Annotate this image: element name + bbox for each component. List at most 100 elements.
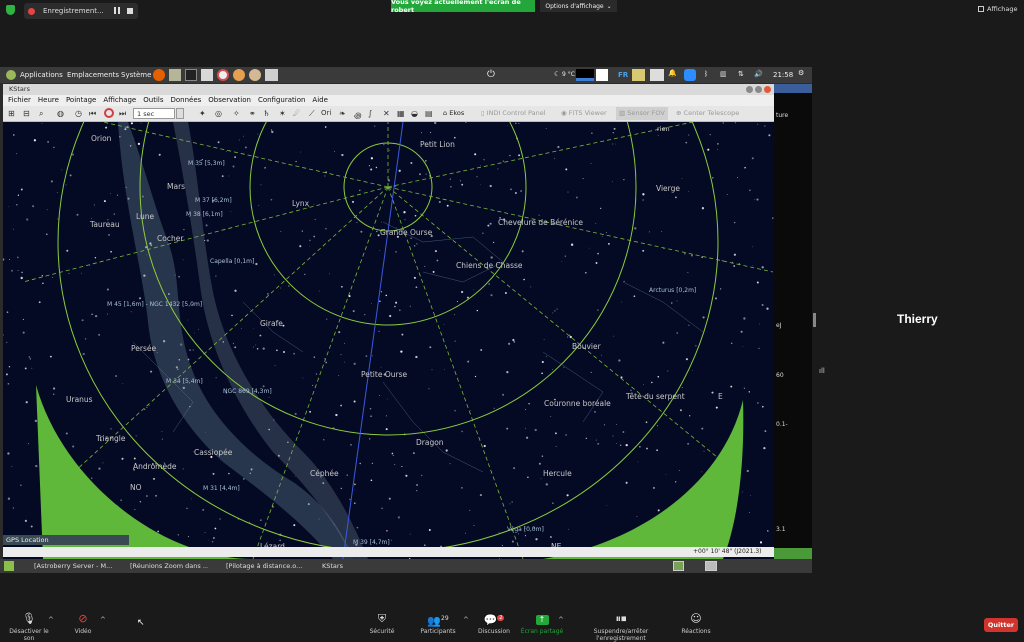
sky-label-lynx[interactable]: Lynx bbox=[292, 199, 309, 208]
bluetooth-icon[interactable]: ᛒ bbox=[704, 70, 708, 78]
stop-time-icon[interactable] bbox=[104, 108, 114, 118]
menu-configuration[interactable]: Configuration bbox=[258, 95, 305, 106]
show-desktop-icon[interactable] bbox=[4, 561, 14, 571]
kstars-icon[interactable] bbox=[217, 69, 229, 81]
power-icon[interactable]: ⏻ bbox=[487, 69, 495, 80]
sky-label-m34[interactable]: M 34 [5,4m] bbox=[166, 378, 203, 385]
menu-places[interactable]: Emplacements bbox=[67, 71, 119, 79]
sky-label-arcturus[interactable]: Arcturus [0,2m] bbox=[649, 287, 696, 294]
menu-aide[interactable]: Aide bbox=[312, 95, 327, 106]
ubuntu-logo-icon[interactable] bbox=[6, 70, 16, 80]
sky-label-grande-ourse[interactable]: Grande Ourse bbox=[380, 228, 432, 237]
sky-label-uranus[interactable]: Uranus bbox=[66, 395, 93, 404]
maximize-icon[interactable] bbox=[755, 86, 762, 93]
menu-fichier[interactable]: Fichier bbox=[8, 95, 31, 106]
camera-icon[interactable] bbox=[265, 69, 278, 81]
sky-label-tete-serpent[interactable]: Tête du serpent bbox=[626, 392, 685, 401]
calculator-icon[interactable] bbox=[201, 69, 213, 81]
menu-system[interactable]: Système bbox=[121, 71, 151, 79]
pause-icon[interactable] bbox=[114, 7, 120, 14]
zoom-out-icon[interactable]: ⊟ bbox=[23, 109, 30, 118]
sky-label-capella[interactable]: Capella [0,1m] bbox=[210, 258, 254, 265]
minimize-icon[interactable] bbox=[746, 86, 753, 93]
participants-button[interactable]: 👥29 Participants bbox=[419, 612, 457, 635]
sky-label-andromede[interactable]: Andromède bbox=[133, 462, 176, 471]
taskbar-item[interactable]: KStars bbox=[308, 560, 368, 572]
sky-label-triangle[interactable]: Triangle bbox=[96, 434, 125, 443]
monitor-icon[interactable] bbox=[632, 69, 645, 81]
clock-icon[interactable]: ◷ bbox=[75, 109, 82, 118]
terminal-icon[interactable] bbox=[185, 69, 197, 81]
comet-icon[interactable]: ☄ bbox=[293, 109, 300, 118]
sky-label-ngc869[interactable]: NGC 869 [4,3m] bbox=[223, 388, 272, 395]
time-step-input[interactable]: 1 sec bbox=[133, 108, 175, 119]
search-icon[interactable]: ⌕ bbox=[39, 109, 43, 119]
menu-outils[interactable]: Outils bbox=[143, 95, 163, 106]
sky-label-m45[interactable]: M 45 [1,6m] - NGC 1432 [5,0m] bbox=[107, 301, 202, 308]
sky-label-e[interactable]: E bbox=[718, 392, 723, 401]
sync-icon[interactable] bbox=[596, 69, 608, 81]
pause-recording-button[interactable]: ⏸⏹ Suspendre/arrêter l'enregistrement bbox=[570, 612, 672, 642]
participants-chevron-icon[interactable]: ^ bbox=[463, 616, 469, 624]
sky-label-persee[interactable]: Persée bbox=[131, 344, 156, 353]
sky-label-chevelure[interactable]: Chevelure de Bérénice bbox=[498, 218, 583, 227]
sky-label-no[interactable]: NO bbox=[130, 483, 142, 492]
menu-observation[interactable]: Observation bbox=[208, 95, 251, 106]
quit-button[interactable]: Quitter bbox=[984, 618, 1018, 632]
sky-label-chiens[interactable]: Chiens de Chasse bbox=[456, 261, 523, 270]
workspace-2[interactable] bbox=[705, 561, 717, 571]
zoom-in-icon[interactable]: ⊞ bbox=[8, 109, 15, 118]
reactions-button[interactable]: ☺ Réactions bbox=[680, 612, 712, 635]
sky-label-vega[interactable]: Véga [0,0m] bbox=[507, 526, 544, 533]
video-chevron-icon[interactable]: ^ bbox=[100, 616, 106, 624]
hips-icon[interactable]: ▤ bbox=[425, 109, 433, 118]
menu-applications[interactable]: Applications bbox=[20, 71, 63, 79]
sky-label-m38[interactable]: M 38 [6,1m] bbox=[186, 211, 223, 218]
moon-app-icon[interactable] bbox=[233, 69, 245, 81]
star-icon[interactable]: ✶ bbox=[279, 109, 286, 118]
transfer-icon[interactable]: ⇅ bbox=[738, 70, 744, 78]
sky-label-mars[interactable]: Mars bbox=[167, 182, 185, 191]
settings-gear-icon[interactable]: ⚙ bbox=[798, 69, 804, 77]
lang-indicator[interactable]: FR bbox=[618, 71, 628, 79]
forward-icon[interactable]: ⏭ bbox=[119, 109, 126, 119]
sky-label-lune[interactable]: Lune bbox=[136, 212, 154, 221]
sky-label-vierge[interactable]: Vierge bbox=[656, 184, 680, 193]
horizon-icon[interactable]: ◒ bbox=[411, 109, 418, 118]
deepsky-icon[interactable]: ⚭ bbox=[249, 109, 256, 118]
sky-label-hercule[interactable]: Hercule bbox=[543, 469, 572, 478]
menu-pointage[interactable]: Pointage bbox=[66, 95, 96, 106]
network-icon[interactable] bbox=[650, 69, 664, 81]
shield-icon[interactable] bbox=[6, 5, 15, 15]
taskbar-item[interactable]: [Astroberry Server - M... bbox=[20, 560, 112, 572]
video-button[interactable]: ⊘ Vidéo bbox=[70, 612, 96, 635]
fov-icon[interactable]: ◎ bbox=[215, 109, 222, 118]
audio-chevron-icon[interactable]: ^ bbox=[48, 616, 54, 624]
share-chevron-icon[interactable]: ^ bbox=[558, 616, 564, 624]
files-icon[interactable] bbox=[169, 69, 181, 81]
volume-icon[interactable]: 🔊 bbox=[754, 70, 763, 78]
bell-icon[interactable]: 🔔 bbox=[668, 69, 677, 77]
indi-panel-button[interactable]: ▯ INDI Control Panel bbox=[481, 109, 546, 117]
sky-label-cocher[interactable]: Cocher bbox=[157, 234, 183, 243]
workspace-1[interactable] bbox=[673, 561, 684, 571]
sensor-fov-button[interactable]: ▧ Sensor FOV bbox=[616, 107, 668, 120]
taskbar-item[interactable]: [Réunions Zoom dans ... bbox=[116, 560, 208, 572]
security-button[interactable]: ⛨ Sécurité bbox=[368, 612, 396, 635]
sky-label-m37[interactable]: M 37 [6,2m] bbox=[195, 197, 232, 204]
labels-icon[interactable]: Ori bbox=[321, 109, 331, 117]
stepper-icon[interactable] bbox=[176, 108, 184, 119]
sky-label-petit-lion[interactable]: Petit Lion bbox=[420, 140, 455, 149]
sky-label-petite-ourse[interactable]: Petite Ourse bbox=[361, 370, 407, 379]
grid-icon-toolbar[interactable]: ▦ bbox=[397, 109, 405, 118]
rewind-icon[interactable]: ⏮ bbox=[89, 109, 96, 119]
view-options-button[interactable]: Options d'affichage ⌄ bbox=[540, 0, 617, 12]
sky-label-dragon[interactable]: Dragon bbox=[416, 438, 444, 447]
sky-map[interactable]: Orion M 35 [5,3m] Mars M 37 [6,2m] M 38 [6,1… bbox=[3, 122, 774, 559]
equator-icon[interactable]: ∫ bbox=[368, 109, 372, 118]
firefox-icon[interactable] bbox=[153, 69, 165, 81]
kstars-titlebar[interactable]: KStars bbox=[3, 84, 774, 95]
chart-icon[interactable]: ▥ bbox=[720, 70, 727, 78]
planet-icon[interactable]: ♄ bbox=[263, 109, 270, 118]
menu-heure[interactable]: Heure bbox=[38, 95, 59, 106]
